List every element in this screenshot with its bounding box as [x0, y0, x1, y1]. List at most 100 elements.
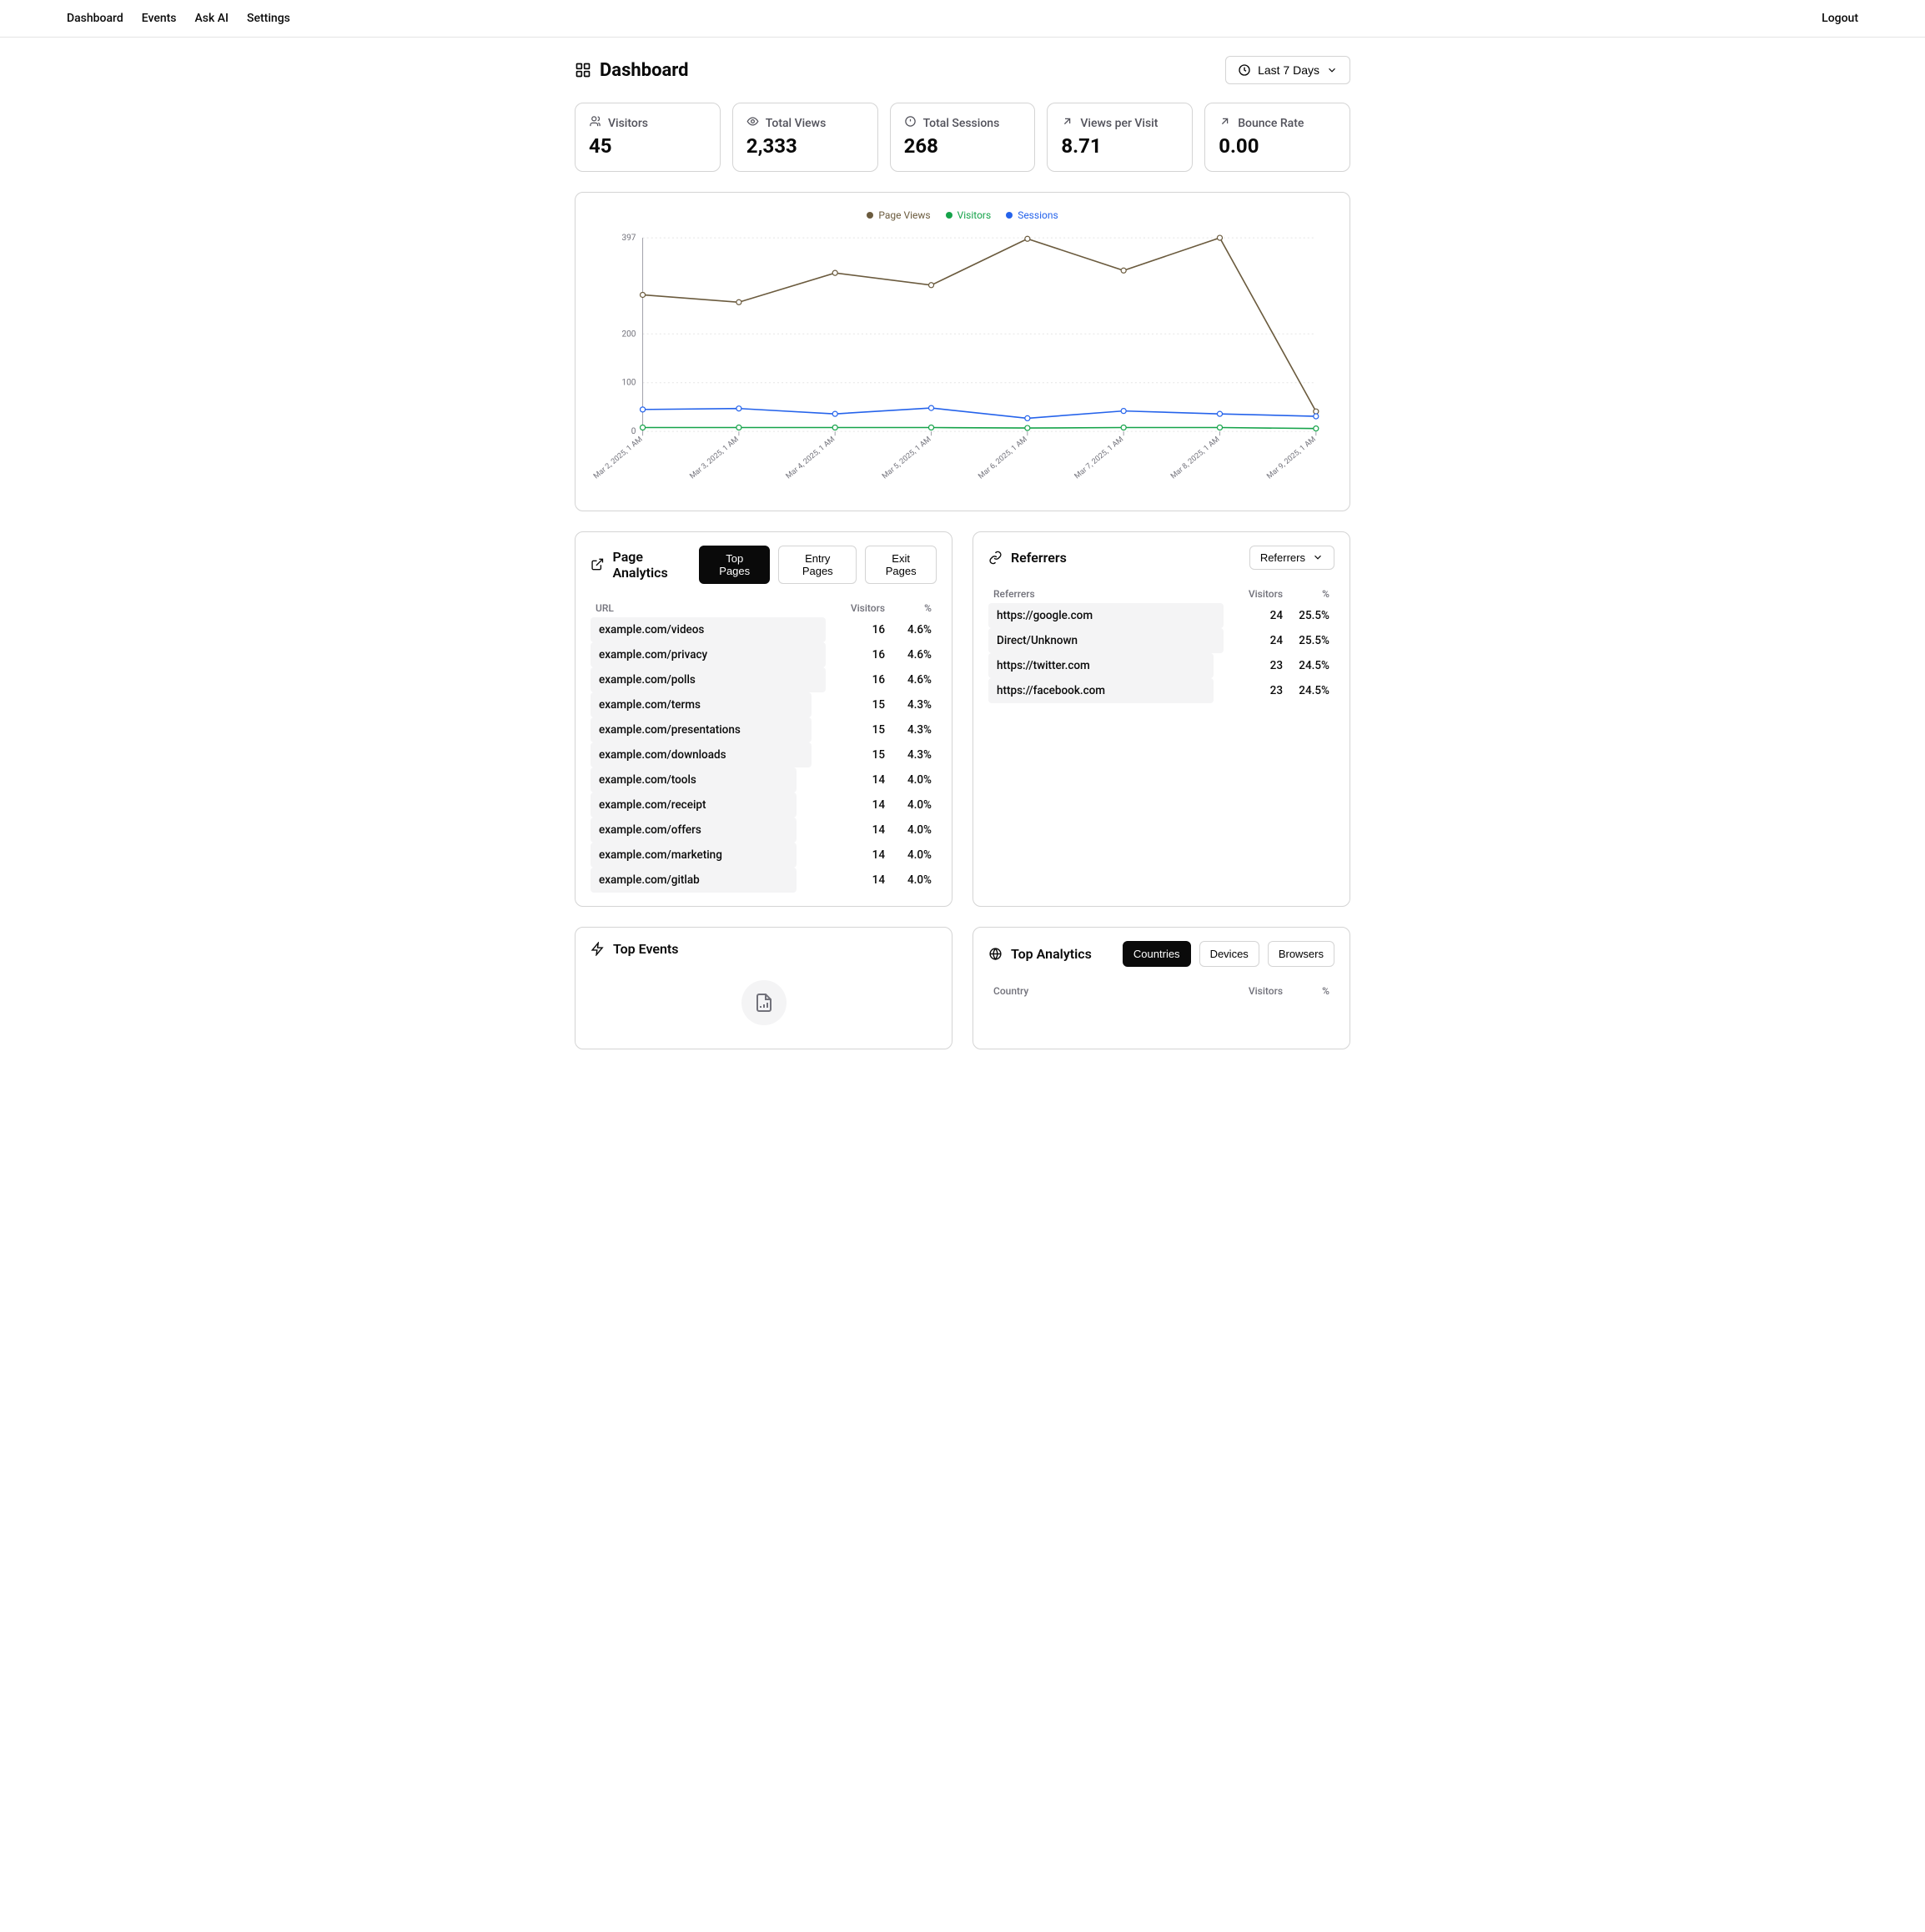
- row-pct: 25.5%: [1283, 634, 1329, 647]
- row-pct: 4.3%: [885, 698, 932, 712]
- page-analytics-body[interactable]: example.com/videos 16 4.6% example.com/p…: [591, 617, 937, 893]
- legend-item[interactable]: Sessions: [1006, 209, 1058, 221]
- row-visitors: 15: [835, 698, 885, 712]
- col-pct: %: [885, 602, 932, 614]
- svg-text:100: 100: [621, 379, 636, 388]
- table-row[interactable]: example.com/tools 14 4.0%: [591, 767, 937, 792]
- table-row[interactable]: example.com/receipt 14 4.0%: [591, 792, 937, 818]
- row-name: example.com/privacy: [596, 648, 835, 662]
- row-name: example.com/polls: [596, 673, 835, 687]
- top-analytics-title: Top Analytics: [1011, 946, 1092, 962]
- empty-state-icon-circle: [741, 980, 787, 1025]
- svg-text:Mar 8, 2025, 1 AM: Mar 8, 2025, 1 AM: [1169, 435, 1221, 481]
- logout-link[interactable]: Logout: [1822, 12, 1858, 25]
- users-icon: [589, 115, 601, 131]
- table-row[interactable]: https://facebook.com 23 24.5%: [988, 678, 1334, 703]
- globe-icon: [988, 947, 1003, 961]
- legend-label: Visitors: [957, 209, 992, 221]
- row-pct: 4.0%: [885, 773, 932, 787]
- row-pct: 4.0%: [885, 848, 932, 862]
- tab-browsers[interactable]: Browsers: [1268, 941, 1334, 967]
- file-chart-icon: [754, 993, 774, 1013]
- referrers-dropdown[interactable]: Referrers: [1249, 546, 1334, 570]
- table-row[interactable]: example.com/offers 14 4.0%: [591, 818, 937, 843]
- legend-dot: [946, 212, 952, 219]
- table-row[interactable]: https://google.com 24 25.5%: [988, 603, 1334, 628]
- col-pct: %: [1283, 588, 1329, 600]
- row-visitors: 14: [835, 798, 885, 812]
- row-name: example.com/gitlab: [596, 873, 835, 887]
- tab-devices[interactable]: Devices: [1199, 941, 1259, 967]
- row-visitors: 15: [835, 723, 885, 737]
- chart-wrap: 0100200397Mar 2, 2025, 1 AMMar 3, 2025, …: [592, 229, 1333, 502]
- table-row[interactable]: example.com/presentations 15 4.3%: [591, 717, 937, 742]
- stat-label-row: Views per Visit: [1061, 115, 1179, 131]
- row-pct: 24.5%: [1283, 659, 1329, 672]
- chevron-down-icon: [1312, 551, 1324, 563]
- col-country: Country: [993, 985, 1233, 997]
- stat-card: Views per Visit 8.71: [1047, 103, 1193, 172]
- referrers-dropdown-label: Referrers: [1260, 551, 1305, 564]
- svg-text:Mar 6, 2025, 1 AM: Mar 6, 2025, 1 AM: [977, 435, 1028, 481]
- chart-legend: Page Views Visitors Sessions: [592, 209, 1333, 221]
- row-name: example.com/terms: [596, 698, 835, 712]
- nav-dashboard[interactable]: Dashboard: [67, 12, 123, 25]
- row-pct: 4.0%: [885, 798, 932, 812]
- legend-dot: [867, 212, 873, 219]
- table-row[interactable]: example.com/gitlab 14 4.0%: [591, 868, 937, 893]
- referrers-body: https://google.com 24 25.5% Direct/Unkno…: [988, 603, 1334, 703]
- page-analytics-tabs: Top PagesEntry PagesExit Pages: [699, 546, 937, 584]
- page-header: Dashboard Last 7 Days: [575, 56, 1350, 84]
- table-row[interactable]: example.com/marketing 14 4.0%: [591, 843, 937, 868]
- row-visitors: 16: [835, 673, 885, 687]
- eye-icon: [746, 115, 759, 131]
- tab-top-pages[interactable]: Top Pages: [699, 546, 770, 584]
- row-visitors: 16: [835, 623, 885, 636]
- chevron-down-icon: [1326, 64, 1338, 76]
- row-pct: 4.0%: [885, 873, 932, 887]
- row-pct: 4.3%: [885, 748, 932, 762]
- chart-card: Page Views Visitors Sessions 0100200397Mar…: [575, 192, 1350, 511]
- row-name: example.com/receipt: [596, 798, 835, 812]
- row-visitors: 23: [1233, 659, 1283, 672]
- row-name: https://google.com: [993, 609, 1233, 622]
- nav-settings[interactable]: Settings: [247, 12, 290, 25]
- row-name: example.com/downloads: [596, 748, 835, 762]
- table-row[interactable]: example.com/terms 15 4.3%: [591, 692, 937, 717]
- tab-entry-pages[interactable]: Entry Pages: [778, 546, 857, 584]
- clock-icon: [1238, 63, 1251, 77]
- table-row[interactable]: example.com/videos 16 4.6%: [591, 617, 937, 642]
- top-nav: Dashboard Events Ask AI Settings Logout: [0, 0, 1925, 38]
- stat-label: Bounce Rate: [1238, 117, 1304, 130]
- nav-ask-ai[interactable]: Ask AI: [195, 12, 229, 25]
- top-events-empty: [591, 972, 937, 1035]
- tab-countries[interactable]: Countries: [1123, 941, 1191, 967]
- referrers-title: Referrers: [1011, 550, 1067, 566]
- row-name: https://twitter.com: [993, 659, 1233, 672]
- stat-label-row: Total Views: [746, 115, 864, 131]
- row-visitors: 14: [835, 848, 885, 862]
- svg-text:Mar 7, 2025, 1 AM: Mar 7, 2025, 1 AM: [1073, 435, 1125, 481]
- row-pct: 4.6%: [885, 648, 932, 662]
- stat-value: 8.71: [1061, 134, 1179, 158]
- top-analytics-panel: Top Analytics Countries Devices Browsers C…: [973, 927, 1350, 1049]
- row-visitors: 15: [835, 748, 885, 762]
- legend-item[interactable]: Page Views: [867, 209, 930, 221]
- row-pct: 4.6%: [885, 623, 932, 636]
- svg-text:Mar 4, 2025, 1 AM: Mar 4, 2025, 1 AM: [785, 435, 837, 481]
- table-row[interactable]: example.com/polls 16 4.6%: [591, 667, 937, 692]
- page-title: Dashboard: [600, 60, 689, 81]
- table-row[interactable]: example.com/downloads 15 4.3%: [591, 742, 937, 767]
- arrow-up-right-icon: [1219, 115, 1231, 131]
- tab-exit-pages[interactable]: Exit Pages: [865, 546, 937, 584]
- table-row[interactable]: example.com/privacy 16 4.6%: [591, 642, 937, 667]
- legend-item[interactable]: Visitors: [946, 209, 992, 221]
- nav-events[interactable]: Events: [142, 12, 177, 25]
- date-range-button[interactable]: Last 7 Days: [1225, 56, 1350, 84]
- date-range-label: Last 7 Days: [1258, 63, 1319, 77]
- stat-value: 2,333: [746, 134, 864, 158]
- table-row[interactable]: Direct/Unknown 24 25.5%: [988, 628, 1334, 653]
- row-pct: 25.5%: [1283, 609, 1329, 622]
- table-row[interactable]: https://twitter.com 23 24.5%: [988, 653, 1334, 678]
- legend-dot: [1006, 212, 1013, 219]
